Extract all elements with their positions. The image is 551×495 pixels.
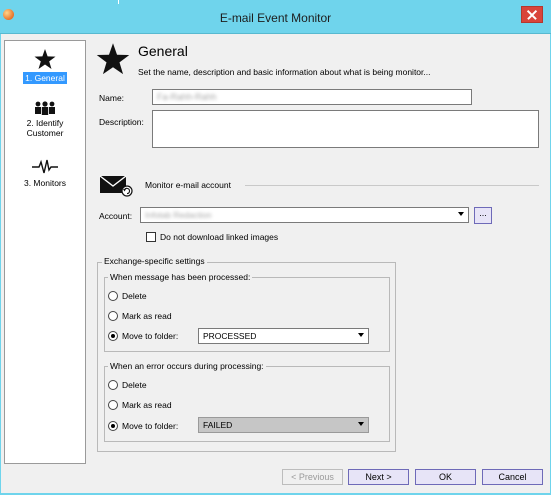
error-mark-read-radio[interactable] xyxy=(108,400,118,410)
close-button[interactable] xyxy=(521,6,543,23)
window-title: E-mail Event Monitor xyxy=(219,11,332,25)
name-value: Fa-Rahh-Rahh xyxy=(157,92,217,102)
account-dropdown[interactable]: Infotab Redaction xyxy=(140,207,469,223)
account-label: Account: xyxy=(99,211,133,221)
previous-button[interactable]: < Previous xyxy=(282,469,343,485)
error-move-folder-label: Move to folder: xyxy=(122,421,179,431)
error-legend: When an error occurs during processing: xyxy=(108,361,266,371)
error-delete-radio[interactable] xyxy=(108,380,118,390)
exchange-settings-legend: Exchange-specific settings xyxy=(102,256,207,266)
description-input[interactable] xyxy=(152,110,539,148)
page-subtitle: Set the name, description and basic info… xyxy=(138,67,431,77)
processed-mark-read-label: Mark as read xyxy=(122,311,172,321)
title-bar-divider xyxy=(118,0,119,4)
people-icon xyxy=(35,101,55,115)
processed-move-folder-label: Move to folder: xyxy=(122,331,179,341)
error-mark-read-label: Mark as read xyxy=(122,400,172,410)
title-bar[interactable]: E-mail Event Monitor xyxy=(0,0,551,34)
processed-folder-dropdown[interactable]: PROCESSED xyxy=(198,328,369,344)
processed-legend: When message has been processed: xyxy=(108,272,253,282)
error-delete-label: Delete xyxy=(122,380,147,390)
name-label: Name: xyxy=(99,93,125,103)
no-download-label: Do not download linked images xyxy=(160,232,279,242)
star-icon xyxy=(34,49,56,69)
processed-delete-label: Delete xyxy=(122,291,147,301)
page-title: General xyxy=(138,43,188,59)
chevron-down-icon xyxy=(358,333,364,337)
pulse-icon xyxy=(32,159,58,174)
general-star-icon xyxy=(96,43,130,75)
processed-folder-value: PROCESSED xyxy=(203,331,257,341)
nav-item-label: 1. General xyxy=(23,72,67,84)
processed-delete-radio[interactable] xyxy=(108,291,118,301)
chevron-down-icon xyxy=(358,422,364,426)
nav-item-label: 2. Identify Customer xyxy=(26,118,64,138)
error-folder-value: FAILED xyxy=(203,420,233,430)
wizard-nav: 1. General 2. Identify Customer 3. Monit… xyxy=(4,40,86,464)
browse-account-button[interactable]: ... xyxy=(474,207,492,224)
processed-move-folder-radio[interactable] xyxy=(108,331,118,341)
error-folder-dropdown[interactable]: FAILED xyxy=(198,417,369,433)
name-input[interactable]: Fa-Rahh-Rahh xyxy=(152,89,472,105)
next-button[interactable]: Next > xyxy=(348,469,409,485)
cancel-button[interactable]: Cancel xyxy=(482,469,543,485)
nav-item-general[interactable]: 1. General xyxy=(7,49,83,84)
chevron-down-icon xyxy=(458,212,464,216)
envelope-refresh-icon xyxy=(99,175,133,197)
nav-item-label: 3. Monitors xyxy=(23,178,67,188)
error-move-folder-radio[interactable] xyxy=(108,421,118,431)
description-label: Description: xyxy=(99,117,144,127)
monitor-account-section-label: Monitor e-mail account xyxy=(145,180,231,190)
nav-item-monitors[interactable]: 3. Monitors xyxy=(7,159,83,189)
section-divider xyxy=(245,185,539,186)
nav-item-identify-customer[interactable]: 2. Identify Customer xyxy=(7,101,83,139)
ok-button[interactable]: OK xyxy=(415,469,476,485)
account-value: Infotab Redaction xyxy=(145,210,212,220)
processed-mark-read-radio[interactable] xyxy=(108,311,118,321)
no-download-checkbox[interactable] xyxy=(146,232,156,242)
